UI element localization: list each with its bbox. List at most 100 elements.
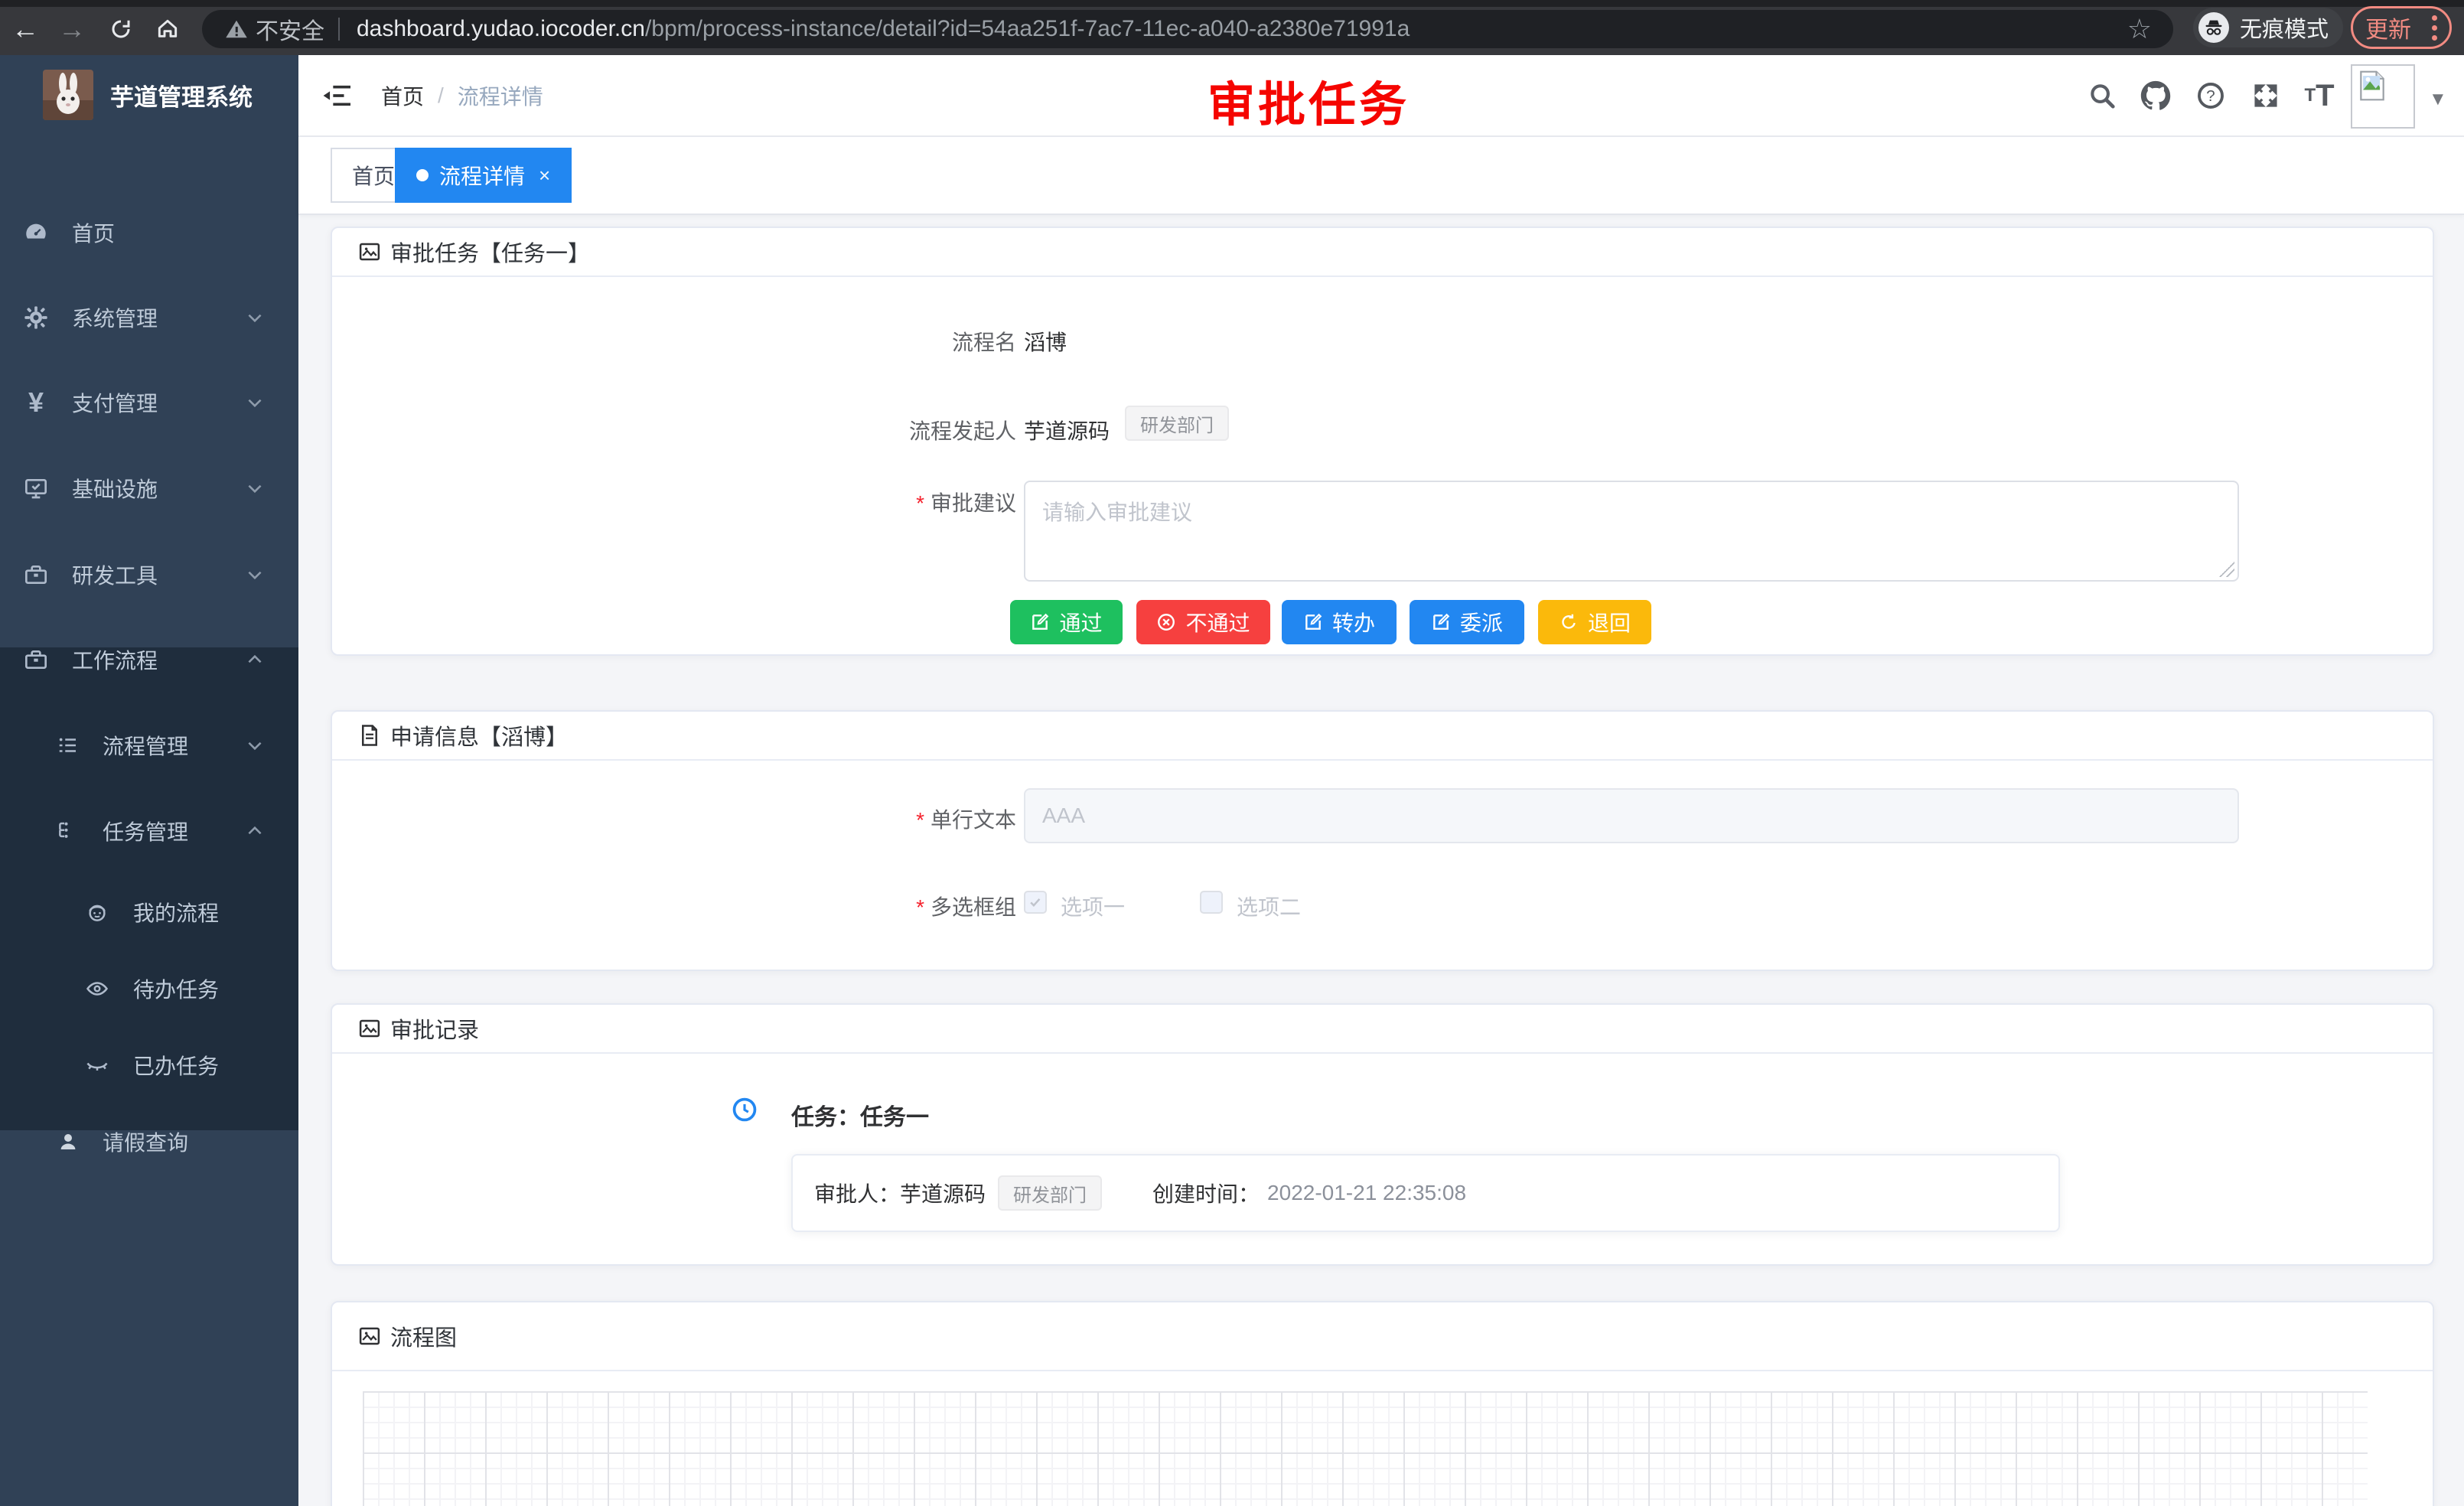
url-host[interactable]: dashboard.yudao.iocoder.cn [357, 16, 645, 42]
browser-reload-button[interactable] [106, 14, 136, 44]
close-icon[interactable]: × [539, 164, 550, 187]
process-name-value: 滔博 [1024, 326, 1067, 357]
logo-image [43, 70, 93, 120]
text-field-label: *单行文本 [771, 804, 1016, 834]
sidebar-item-home[interactable]: 首页 [0, 190, 298, 275]
edit-icon [1030, 612, 1050, 632]
bookmark-star-icon[interactable]: ☆ [2127, 13, 2152, 45]
sidebar-item-task-management[interactable]: 任务管理 [0, 788, 298, 874]
github-icon [2140, 80, 2171, 111]
return-button[interactable]: 退回 [1538, 600, 1651, 644]
window-frame [0, 0, 2464, 7]
fullscreen-button[interactable] [2248, 78, 2283, 113]
delegate-button[interactable]: 委派 [1410, 600, 1524, 644]
sidebar-item-workflow[interactable]: 工作流程 [0, 617, 298, 702]
undo-icon [1559, 612, 1579, 632]
approver-label: 审批人： [814, 1178, 900, 1208]
sidebar-logo-row[interactable]: 芋道管理系统 [0, 67, 298, 122]
process-diagram-card-header: 流程图 [332, 1302, 2433, 1371]
url-path[interactable]: /bpm/process-instance/detail?id=54aa251f… [645, 16, 1410, 42]
face-icon [84, 899, 110, 925]
created-time-value: 2022-01-21 22:35:08 [1267, 1181, 1466, 1205]
chevron-down-icon [245, 308, 265, 328]
toolbox-icon [23, 562, 49, 588]
active-dot-icon [416, 169, 429, 181]
eye-open-icon [84, 976, 110, 1002]
eye-closed-icon [84, 1052, 110, 1078]
avatar[interactable] [2351, 64, 2415, 129]
broken-image-icon [2355, 69, 2389, 103]
github-button[interactable] [2138, 78, 2173, 113]
chevron-down-icon [245, 565, 265, 585]
sidebar-item-my-process[interactable]: 我的流程 [0, 874, 298, 950]
monitor-icon [23, 475, 49, 501]
transfer-button[interactable]: 转办 [1282, 600, 1397, 644]
chevron-up-icon [245, 821, 265, 841]
yen-icon: ¥ [23, 390, 49, 416]
browser-back-button[interactable]: ← [10, 14, 41, 44]
browser-update-menu[interactable]: 更新 [2351, 6, 2452, 49]
tab-process-detail[interactable]: 流程详情 × [395, 148, 572, 203]
navbar: 首页 / 流程详情 审批任务 ? TT ▼ [298, 55, 2464, 137]
reject-button[interactable]: 不通过 [1136, 600, 1270, 644]
sidebar-item-infrastructure[interactable]: 基础设施 [0, 445, 298, 531]
sidebar-item-payment[interactable]: ¥ 支付管理 [0, 360, 298, 445]
circle-x-icon [1156, 612, 1176, 632]
apply-info-card-header: 申请信息【滔博】 [332, 712, 2433, 761]
approver-dept-tag: 研发部门 [998, 1175, 1102, 1211]
checkbox-option-2[interactable] [1200, 891, 1223, 914]
screen: ← → 不安全 dashboard.yudao.iocoder.cn/bpm/p… [0, 0, 2464, 1506]
browser-toolbar: ← → 不安全 dashboard.yudao.iocoder.cn/bpm/p… [0, 0, 2464, 55]
sidebar-item-done-tasks[interactable]: 已办任务 [0, 1027, 298, 1103]
approve-button[interactable]: 通过 [1010, 600, 1123, 644]
browser-forward-button[interactable]: → [57, 14, 87, 44]
incognito-label: 无痕模式 [2240, 11, 2329, 44]
suggestion-textarea-wrap [1024, 481, 2239, 582]
sidebar-item-todo-tasks[interactable]: 待办任务 [0, 950, 298, 1027]
checkbox-option-1-label: 选项一 [1061, 891, 1125, 921]
sidebar-item-dev-tools[interactable]: 研发工具 [0, 532, 298, 618]
update-label[interactable]: 更新 [2365, 11, 2411, 44]
approval-record-item: 审批人： 芋道源码 研发部门 创建时间： 2022-01-21 22:35:08 [791, 1154, 2060, 1232]
checkbox-option-2-label: 选项二 [1237, 891, 1301, 921]
approver-value: 芋道源码 [900, 1178, 986, 1208]
avatar-caret-icon[interactable]: ▼ [2429, 89, 2447, 110]
suggestion-textarea[interactable] [1024, 481, 2239, 582]
chevron-up-icon [245, 650, 265, 670]
warning-icon [225, 18, 248, 41]
sidebar: 芋道管理系统 首页 系统管理 ¥ 支付管理 基础设施 研发工具 [0, 55, 298, 1506]
sidebar-item-process-management[interactable]: 流程管理 [0, 702, 298, 788]
created-time-label: 创建时间： [1152, 1178, 1260, 1208]
app-title: 芋道管理系统 [110, 78, 253, 112]
suggestion-label: *审批建议 [771, 487, 1016, 517]
chevron-down-icon [245, 478, 265, 498]
dashboard-icon [23, 220, 49, 246]
single-line-text-input[interactable] [1024, 788, 2239, 843]
home-icon [155, 17, 180, 41]
font-size-button[interactable]: TT [2302, 78, 2337, 113]
breadcrumb-separator: / [438, 83, 444, 108]
kebab-menu-icon[interactable] [2432, 15, 2437, 41]
fullscreen-icon [2251, 81, 2280, 110]
search-button[interactable] [2084, 78, 2120, 113]
card-title: 申请信息【滔博】 [390, 719, 568, 751]
briefcase-icon [23, 647, 49, 673]
help-button[interactable]: ? [2193, 78, 2228, 113]
sidebar-collapse-button[interactable] [320, 78, 355, 113]
checkbox-option-1[interactable] [1024, 891, 1047, 914]
sidebar-item-leave-query[interactable]: 请假查询 [0, 1103, 298, 1180]
security-label[interactable]: 不安全 [256, 12, 324, 46]
approval-task-card-header: 审批任务【任务一】 [332, 228, 2433, 277]
breadcrumb-current: 流程详情 [458, 80, 543, 111]
edit-icon [1303, 612, 1323, 632]
browser-home-button[interactable] [152, 14, 183, 44]
bpmn-canvas[interactable] [363, 1391, 2368, 1506]
list-tree-icon [55, 732, 81, 758]
approval-task-card: 审批任务【任务一】 流程名 滔博 流程发起人 芋道源码 研发部门 *审批建议 通… [331, 227, 2434, 656]
process-diagram-card: 流程图 [331, 1301, 2434, 1506]
address-bar[interactable]: 不安全 dashboard.yudao.iocoder.cn/bpm/proce… [202, 10, 2173, 48]
breadcrumb-home[interactable]: 首页 [381, 80, 424, 111]
resize-handle[interactable] [2219, 562, 2234, 577]
sidebar-item-system[interactable]: 系统管理 [0, 275, 298, 360]
timeline-task-title: 任务：任务一 [791, 1098, 929, 1132]
